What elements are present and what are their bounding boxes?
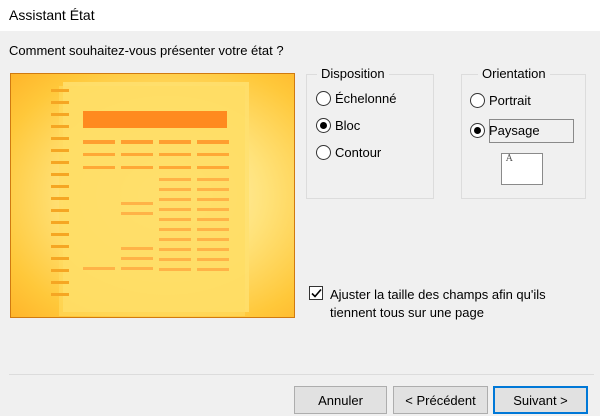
checkmark-icon xyxy=(311,288,322,298)
portrait-label: Portrait xyxy=(489,93,531,108)
title-bar: Assistant État xyxy=(0,0,600,31)
cancel-button-label: Annuler xyxy=(318,392,363,408)
orientation-group-title: Orientation xyxy=(478,66,550,81)
outline-label: Contour xyxy=(335,145,382,160)
stepped-radio[interactable] xyxy=(316,91,331,106)
portrait-radio[interactable] xyxy=(470,93,485,108)
cancel-button[interactable]: Annuler xyxy=(294,386,387,414)
landscape-radio[interactable] xyxy=(470,123,485,138)
button-separator xyxy=(9,374,594,375)
page-icon-letter: A xyxy=(506,154,513,164)
previous-button[interactable]: < Précédent xyxy=(393,386,488,414)
fit-fields-label: Ajuster la taille des champs afin qu'ils… xyxy=(330,287,546,320)
block-radio[interactable] xyxy=(316,118,331,133)
landscape-label: Paysage xyxy=(489,123,540,138)
orientation-option-portrait[interactable]: Portrait xyxy=(470,93,531,108)
layout-option-stepped[interactable]: Échelonné xyxy=(316,91,396,106)
previous-button-label: < Précédent xyxy=(405,392,476,408)
layout-preview-image xyxy=(10,73,295,318)
landscape-page-icon: A xyxy=(501,153,543,185)
layout-group-title: Disposition xyxy=(317,66,389,81)
layout-option-outline[interactable]: Contour xyxy=(316,145,381,160)
orientation-option-landscape[interactable]: Paysage xyxy=(470,123,540,138)
block-label: Bloc xyxy=(335,118,361,133)
window-title: Assistant État xyxy=(9,7,95,23)
layout-option-block[interactable]: Bloc xyxy=(316,118,360,133)
outline-radio[interactable] xyxy=(316,145,331,160)
next-button-label: Suivant > xyxy=(513,392,568,408)
next-button[interactable]: Suivant > xyxy=(493,386,588,414)
fit-fields-checkbox[interactable] xyxy=(309,286,323,300)
question-prompt: Comment souhaitez-vous présenter votre é… xyxy=(9,43,284,58)
stepped-label: Échelonné xyxy=(335,91,397,106)
